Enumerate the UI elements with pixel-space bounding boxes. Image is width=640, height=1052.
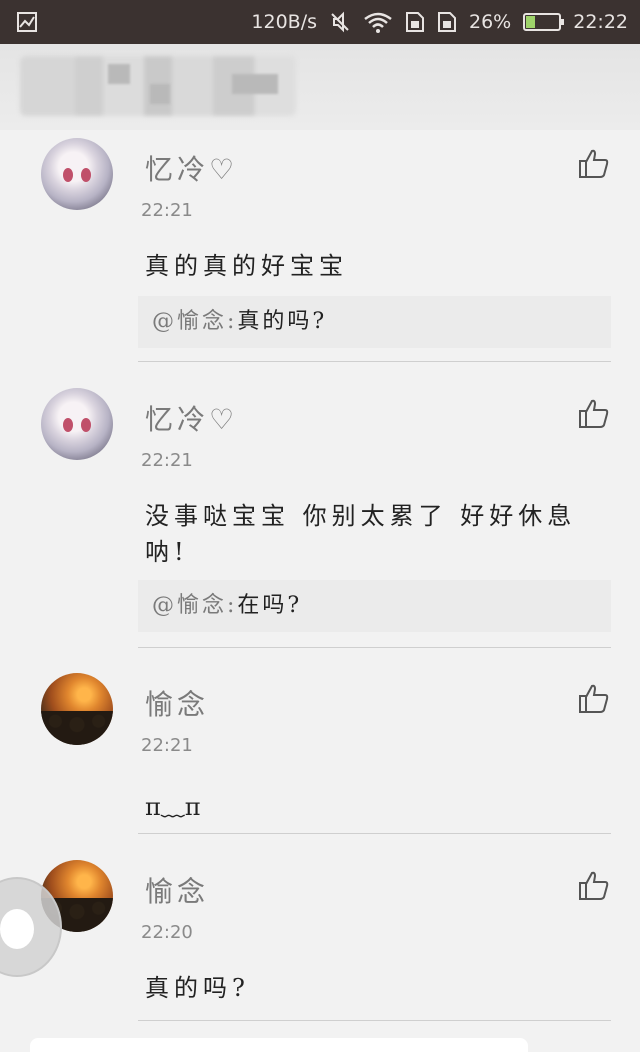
thumbs-up-icon[interactable] bbox=[578, 148, 610, 180]
avatar[interactable] bbox=[41, 388, 113, 460]
username[interactable]: 忆冷♡ bbox=[145, 398, 238, 438]
divider bbox=[138, 833, 611, 834]
timestamp: 22:20 bbox=[141, 922, 193, 943]
blur-mark bbox=[150, 84, 170, 104]
battery-icon bbox=[523, 13, 565, 31]
blur-mark bbox=[108, 64, 130, 84]
floating-ball-center bbox=[0, 909, 34, 949]
wifi-icon bbox=[363, 11, 393, 33]
reply-quote-text: 在吗? bbox=[237, 593, 303, 618]
username[interactable]: 愉念 bbox=[145, 870, 209, 910]
comment-item: 忆冷♡ 22:21 没事哒宝宝 你别太累了 好好休息呐! @愉念:在吗? bbox=[0, 380, 640, 648]
reply-quote-box[interactable]: @愉念:在吗? bbox=[138, 580, 611, 632]
blur-mark bbox=[232, 74, 278, 94]
divider bbox=[138, 361, 611, 362]
reply-mention[interactable]: @愉念: bbox=[152, 309, 237, 334]
battery-percent: 26% bbox=[469, 11, 512, 33]
comment-item: 愉念 22:20 真的吗? bbox=[0, 852, 640, 1022]
comment-text: 真的真的好宝宝 bbox=[145, 252, 348, 280]
status-bar: 120B/s 26% 22:22 bbox=[0, 0, 640, 44]
reply-mention[interactable]: @愉念: bbox=[152, 593, 237, 618]
comment-text: 没事哒宝宝 你别太累了 好好休息呐! bbox=[145, 502, 577, 566]
header-bar bbox=[0, 44, 640, 130]
comment-text: π﹏π bbox=[145, 793, 201, 821]
timestamp: 22:21 bbox=[141, 450, 193, 471]
avatar[interactable] bbox=[41, 138, 113, 210]
thumbs-up-icon[interactable] bbox=[578, 398, 610, 430]
clock: 22:22 bbox=[573, 11, 628, 33]
thumbs-up-icon[interactable] bbox=[578, 870, 610, 902]
comment-item: 愉念 22:21 π﹏π bbox=[0, 665, 640, 835]
thumbs-up-icon[interactable] bbox=[578, 683, 610, 715]
timestamp: 22:21 bbox=[141, 200, 193, 221]
username[interactable]: 忆冷♡ bbox=[145, 148, 238, 188]
sim1-icon bbox=[405, 11, 425, 33]
battery-level bbox=[526, 16, 535, 28]
username[interactable]: 愉念 bbox=[145, 683, 209, 723]
network-speed: 120B/s bbox=[251, 11, 317, 33]
comment-input-bar[interactable] bbox=[30, 1038, 528, 1052]
avatar[interactable] bbox=[41, 673, 113, 745]
divider bbox=[138, 647, 611, 648]
image-icon bbox=[16, 11, 38, 33]
reply-quote-box[interactable]: @愉念:真的吗? bbox=[138, 296, 611, 348]
divider bbox=[138, 1020, 611, 1021]
comment-item: 忆冷♡ 22:21 真的真的好宝宝 @愉念:真的吗? bbox=[0, 130, 640, 362]
sim2-icon bbox=[437, 11, 457, 33]
mute-icon bbox=[329, 11, 351, 33]
timestamp: 22:21 bbox=[141, 735, 193, 756]
reply-quote-text: 真的吗? bbox=[237, 309, 328, 334]
comment-text: 真的吗? bbox=[145, 974, 250, 1002]
